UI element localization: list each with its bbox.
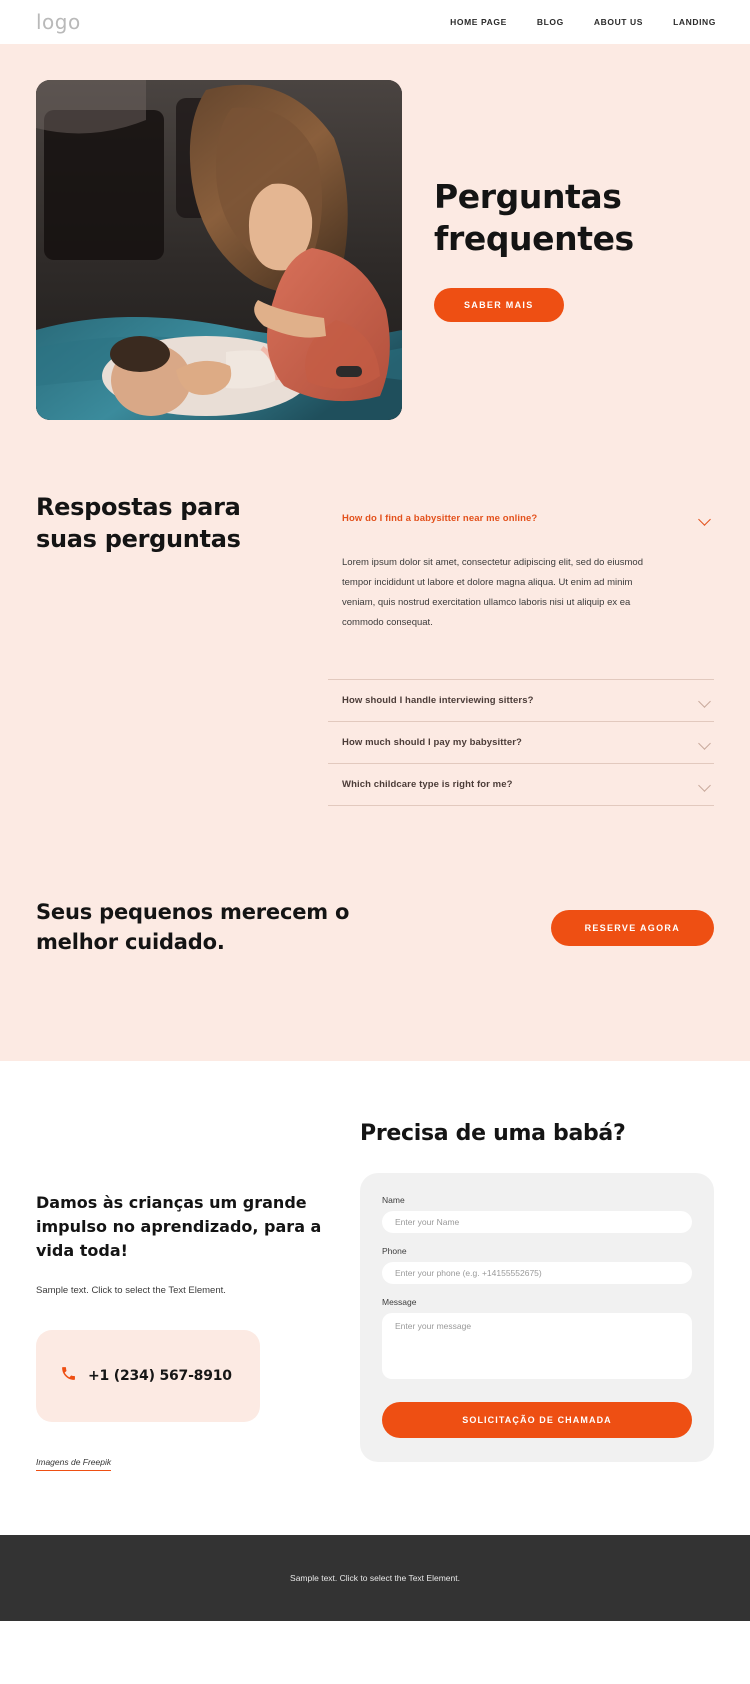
saber-mais-button[interactable]: SABER MAIS xyxy=(434,288,564,323)
name-input[interactable] xyxy=(382,1210,692,1233)
faq-answer-text: Lorem ipsum dolor sit amet, consectetur … xyxy=(342,557,643,628)
page-title: Perguntas frequentes xyxy=(434,177,634,259)
nav-item-blog[interactable]: BLOG xyxy=(537,17,564,27)
message-textarea[interactable] xyxy=(382,1312,692,1379)
faq-item[interactable]: How should I handle interviewing sitters… xyxy=(328,680,714,722)
nav-item-home-page[interactable]: HOME PAGE xyxy=(450,17,507,27)
faq-question-row[interactable]: How much should I pay my babysitter? xyxy=(328,722,714,763)
faq-question-row[interactable]: How should I handle interviewing sitters… xyxy=(328,680,714,721)
contact-title: Damos às crianças um grande impulso no a… xyxy=(36,1193,322,1260)
hero-content: Perguntas frequentes SABER MAIS xyxy=(434,80,714,323)
phone-number: +1 (234) 567-8910 xyxy=(88,1367,232,1384)
contact-section: Damos às crianças um grande impulso no a… xyxy=(0,1061,750,1535)
contact-form-wrapper: Precisa de uma babá? Name Phone Message … xyxy=(360,1119,714,1462)
faq-heading: Respostas para suas perguntas xyxy=(36,493,241,553)
contact-info: Damos às crianças um grande impulso no a… xyxy=(36,1119,322,1471)
form-title: Precisa de uma babá? xyxy=(360,1121,626,1147)
name-label: Name xyxy=(382,1194,405,1205)
faq-question-text: Which childcare type is right for me? xyxy=(342,778,513,790)
site-header: logo HOME PAGE BLOG ABOUT US LANDING xyxy=(0,0,750,44)
chevron-down-icon[interactable] xyxy=(699,778,712,791)
cta-band: Seus pequenos merecem o melhor cuidado. … xyxy=(0,806,750,1062)
site-footer: Sample text. Click to select the Text El… xyxy=(0,1534,750,1621)
faq-question-text: How do I find a babysitter near me onlin… xyxy=(342,513,538,524)
faq-item[interactable]: How do I find a babysitter near me onlin… xyxy=(328,498,714,680)
hero-image xyxy=(36,80,402,420)
image-credit-link[interactable]: Imagens de Freepik xyxy=(36,1457,112,1471)
message-label: Message xyxy=(382,1296,417,1307)
faq-question-text: How much should I pay my babysitter? xyxy=(342,736,522,748)
peach-background-section: Perguntas frequentes SABER MAIS Resposta… xyxy=(0,44,750,1062)
chevron-down-icon[interactable] xyxy=(699,694,712,707)
faq-list: How do I find a babysitter near me onlin… xyxy=(328,492,714,806)
faq-question-text: How should I handle interviewing sitters… xyxy=(342,694,534,706)
logo[interactable]: logo xyxy=(36,10,81,34)
footer-text: Sample text. Click to select the Text El… xyxy=(290,1572,460,1583)
reserve-agora-button[interactable]: RESERVE AGORA xyxy=(550,909,714,946)
phone-icon xyxy=(60,1365,77,1387)
faq-section: Respostas para suas perguntas How do I f… xyxy=(0,420,750,806)
faq-item[interactable]: How much should I pay my babysitter? xyxy=(328,722,714,764)
nav-item-about-us[interactable]: ABOUT US xyxy=(594,17,643,27)
main-navigation: HOME PAGE BLOG ABOUT US LANDING xyxy=(450,17,716,27)
submit-call-request-button[interactable]: SOLICITAÇÃO DE CHAMADA xyxy=(382,1401,692,1438)
phone-label: Phone xyxy=(382,1245,407,1256)
faq-question-row[interactable]: Which childcare type is right for me? xyxy=(328,764,714,805)
cta-title: Seus pequenos merecem o melhor cuidado. xyxy=(36,899,350,954)
contact-subtitle: Sample text. Click to select the Text El… xyxy=(36,1285,226,1297)
faq-question-row[interactable]: How do I find a babysitter near me onlin… xyxy=(328,498,714,539)
phone-input[interactable] xyxy=(382,1261,692,1284)
phone-card[interactable]: +1 (234) 567-8910 xyxy=(36,1329,260,1422)
nav-item-landing[interactable]: LANDING xyxy=(673,17,716,27)
faq-item[interactable]: Which childcare type is right for me? xyxy=(328,764,714,806)
contact-form: Name Phone Message SOLICITAÇÃO DE CHAMAD… xyxy=(360,1172,714,1462)
chevron-down-icon[interactable] xyxy=(699,736,712,749)
chevron-down-icon[interactable] xyxy=(699,512,712,525)
hero-section: Perguntas frequentes SABER MAIS xyxy=(0,80,750,420)
